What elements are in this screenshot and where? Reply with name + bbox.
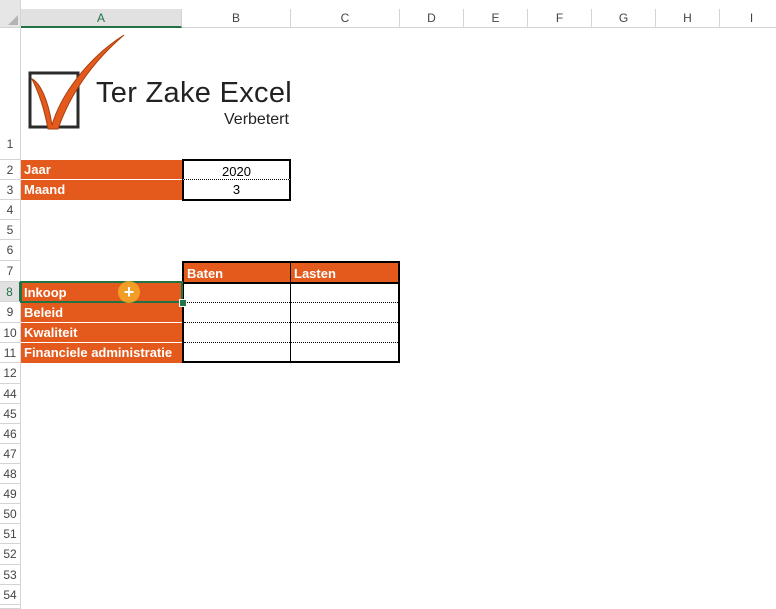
top-strip — [21, 0, 776, 9]
column-header-d[interactable]: D — [400, 9, 464, 28]
column-header-h[interactable]: H — [656, 9, 720, 28]
column-header-b[interactable]: B — [182, 9, 291, 28]
row-header-7[interactable]: 7 — [0, 261, 21, 282]
row-header-partial — [0, 605, 21, 609]
row-header-46[interactable]: 46 — [0, 424, 21, 444]
row-label-beleid[interactable]: Beleid — [21, 303, 182, 323]
cell-c8[interactable] — [292, 284, 398, 302]
row-label-kwaliteit[interactable]: Kwaliteit — [21, 323, 182, 343]
row-header-49[interactable]: 49 — [0, 484, 21, 504]
cell-c11[interactable] — [292, 343, 398, 361]
row-header-6[interactable]: 6 — [0, 240, 21, 261]
row-header-44[interactable]: 44 — [0, 384, 21, 404]
row-header-12[interactable]: 12 — [0, 363, 21, 384]
column-header-e[interactable]: E — [464, 9, 528, 28]
row-header-3[interactable]: 3 — [0, 180, 21, 200]
row-header-5[interactable]: 5 — [0, 220, 21, 240]
row-header-48[interactable]: 48 — [0, 464, 21, 484]
logo-title: Ter Zake Excel — [96, 77, 292, 109]
logo-subtitle: Verbetert — [224, 111, 289, 128]
plus-cursor-icon: + — [123, 282, 135, 302]
cell-c9[interactable] — [292, 303, 398, 322]
cell-b11[interactable] — [184, 343, 290, 361]
row-label-financiele-administratie[interactable]: Financiele administratie — [21, 343, 182, 363]
column-header-g[interactable]: G — [592, 9, 656, 28]
row-header-51[interactable]: 51 — [0, 524, 21, 544]
cell-b9[interactable] — [184, 303, 290, 322]
label-maand[interactable]: Maand — [21, 180, 182, 200]
column-header-i[interactable]: I — [720, 9, 776, 28]
row-header-8[interactable]: 8 — [0, 282, 21, 302]
column-header-a[interactable]: A — [21, 9, 182, 28]
column-header-f[interactable]: F — [528, 9, 592, 28]
cell-b8[interactable] — [184, 284, 290, 302]
label-jaar[interactable]: Jaar — [21, 160, 182, 180]
row-header-45[interactable]: 45 — [0, 404, 21, 424]
value-maand[interactable]: 3 — [182, 180, 291, 201]
row-header-2[interactable]: 2 — [0, 160, 21, 180]
cell-b10[interactable] — [184, 323, 290, 342]
cell-c10[interactable] — [292, 323, 398, 342]
header-baten[interactable]: Baten — [182, 261, 291, 282]
row-header-50[interactable]: 50 — [0, 504, 21, 524]
mouse-cursor-highlight: + — [118, 281, 140, 303]
row-header-54[interactable]: 54 — [0, 585, 21, 605]
select-all-button[interactable] — [0, 0, 21, 28]
row-header-53[interactable]: 53 — [0, 565, 21, 585]
active-cell-selection — [20, 281, 183, 303]
row-header-9[interactable]: 9 — [0, 302, 21, 323]
row-header-4[interactable]: 4 — [0, 200, 21, 220]
row-header-1[interactable]: 1 — [0, 28, 21, 160]
spreadsheet: A B C D E F G H I 1 2 3 4 5 6 7 8 9 10 1… — [0, 0, 776, 609]
row-header-47[interactable]: 47 — [0, 444, 21, 464]
row-header-52[interactable]: 52 — [0, 544, 21, 565]
row-header-11[interactable]: 11 — [0, 343, 21, 363]
header-lasten[interactable]: Lasten — [290, 261, 400, 282]
value-jaar[interactable]: 2020 — [182, 159, 291, 180]
column-header-c[interactable]: C — [291, 9, 400, 28]
row-header-10[interactable]: 10 — [0, 323, 21, 343]
fill-handle[interactable] — [179, 299, 187, 307]
